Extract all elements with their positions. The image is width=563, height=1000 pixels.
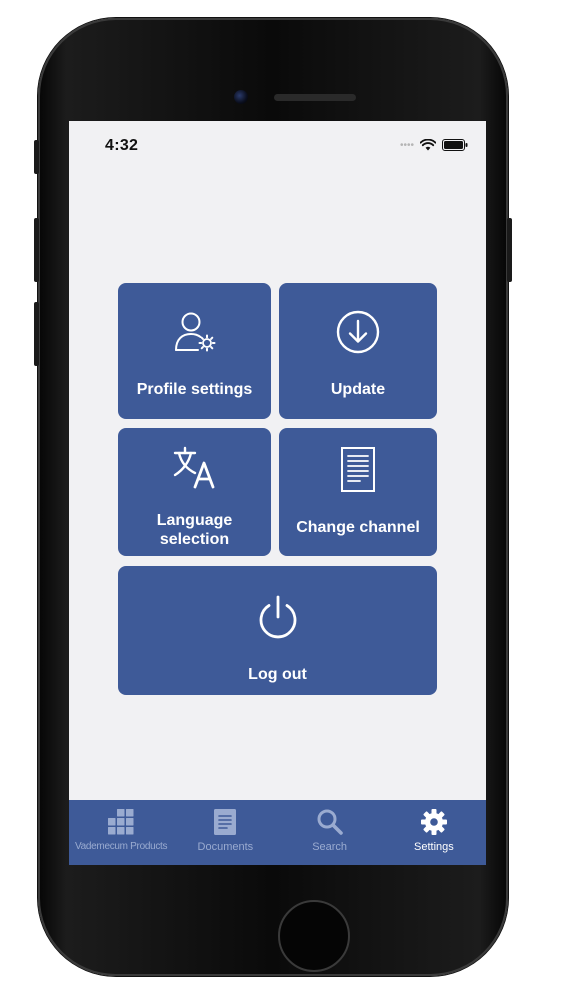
search-icon xyxy=(317,809,343,835)
side-button-volume-down xyxy=(34,302,39,366)
status-indicators: •••• xyxy=(400,139,468,151)
tab-settings[interactable]: Settings xyxy=(382,800,486,865)
tab-label-vademecum-products: Vademecum Products xyxy=(75,841,168,852)
power-icon xyxy=(259,595,296,639)
side-button-mute xyxy=(34,140,39,174)
gear-icon xyxy=(420,809,447,835)
log-out-label: Log out xyxy=(248,666,307,683)
tab-vademecum-products[interactable]: Vademecum Products xyxy=(69,800,173,865)
status-time: 4:32 xyxy=(105,137,139,154)
document-icon xyxy=(341,447,375,492)
update-label: Update xyxy=(330,381,386,398)
tab-search[interactable]: Search xyxy=(278,800,382,865)
profile-settings-label: Profile settings xyxy=(136,381,253,398)
language-selection-label-line1: Language xyxy=(156,512,233,529)
update-button[interactable]: Update xyxy=(279,283,437,419)
tab-label-documents: Documents xyxy=(197,841,254,853)
grid-icon xyxy=(108,809,134,835)
user-settings-icon xyxy=(174,312,215,352)
signal-dots-icon: •••• xyxy=(399,139,414,151)
document-icon xyxy=(214,809,237,835)
tab-label-search: Search xyxy=(312,841,348,853)
bottom-tab-bar: Vademecum Products Documents Search Sett… xyxy=(69,800,486,865)
download-circle-icon xyxy=(336,310,380,354)
app-screen: 4:32 •••• Profile settings Update Langua… xyxy=(69,121,486,865)
change-channel-button[interactable]: Change channel xyxy=(279,428,437,556)
home-button[interactable] xyxy=(278,900,350,972)
battery-icon xyxy=(442,139,468,151)
language-selection-label-line2: selection xyxy=(159,531,230,548)
side-button-power xyxy=(507,218,512,282)
wifi-icon xyxy=(420,139,436,151)
side-button-volume-up xyxy=(34,218,39,282)
earpiece-speaker xyxy=(274,94,356,101)
status-bar: 4:32 •••• xyxy=(69,121,486,167)
tab-label-settings: Settings xyxy=(414,841,454,853)
language-selection-button[interactable]: Language selection xyxy=(118,428,271,556)
log-out-button[interactable]: Log out xyxy=(118,566,437,695)
profile-settings-button[interactable]: Profile settings xyxy=(118,283,271,419)
front-camera xyxy=(234,90,248,104)
tab-documents[interactable]: Documents xyxy=(173,800,277,865)
translate-icon xyxy=(173,446,214,489)
change-channel-label: Change channel xyxy=(296,519,420,536)
